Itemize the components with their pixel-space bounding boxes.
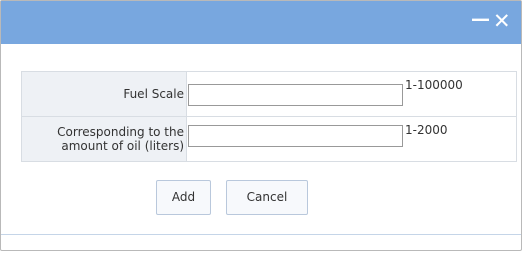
add-button[interactable]: Add	[156, 180, 211, 215]
fuel-form-table: Fuel Scale 1-100000 Corresponding to the…	[21, 71, 517, 162]
close-icon[interactable]: ✕	[493, 9, 511, 33]
minimize-icon[interactable]: —	[471, 7, 490, 31]
oil-amount-range-hint: 1-2000	[405, 116, 517, 162]
oil-amount-input-cell	[186, 116, 405, 162]
fuel-scale-range-hint: 1-100000	[405, 71, 517, 117]
fuel-scale-input-cell	[186, 71, 405, 117]
oil-amount-input[interactable]	[188, 125, 403, 147]
footer-divider	[1, 234, 521, 235]
oil-amount-label: Corresponding to the amount of oil (lite…	[21, 116, 187, 162]
fuel-scale-dialog: — ✕ Fuel Scale 1-100000 Corresponding to…	[0, 0, 522, 251]
form-row-oil-amount: Corresponding to the amount of oil (lite…	[21, 116, 517, 162]
fuel-scale-input[interactable]	[188, 83, 403, 106]
form-row-fuel-scale: Fuel Scale 1-100000	[21, 71, 517, 117]
dialog-titlebar[interactable]: — ✕	[1, 1, 521, 44]
fuel-scale-label: Fuel Scale	[21, 71, 187, 117]
cancel-button[interactable]: Cancel	[226, 180, 308, 215]
